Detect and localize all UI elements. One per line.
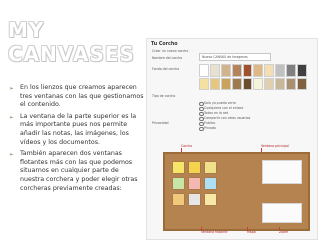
screenshot-header: Tu Corcho xyxy=(151,42,178,47)
radio-option[interactable]: Compartir con otros usuarios xyxy=(199,116,299,122)
bullet-text: En los lienzos que creamos aparecen tres… xyxy=(20,84,144,109)
background-swatches[interactable] xyxy=(199,64,307,90)
bullet-text: También aparecen dos ventanas flotantes … xyxy=(20,150,138,192)
sticky-note[interactable] xyxy=(173,162,184,173)
canvas-name-value: Nuevo CANVAS de Imagenes xyxy=(202,55,248,59)
swatch[interactable] xyxy=(220,64,231,77)
arrow-bullet-icon: ➢ xyxy=(9,114,14,121)
annotation-line xyxy=(181,148,182,152)
floating-window[interactable] xyxy=(262,160,302,184)
privacy-options: Solo yo puedo verlo Cualquiera con el en… xyxy=(199,101,299,132)
cork-board-preview[interactable] xyxy=(163,152,310,231)
radio-option[interactable]: Cualquiera con el enlace xyxy=(199,106,299,112)
screenshot-line: Privacidad xyxy=(152,121,169,125)
sticky-note[interactable] xyxy=(205,162,216,173)
radio-label: Privado xyxy=(204,126,216,130)
canvas-name-input[interactable]: Nuevo CANVAS de Imagenes xyxy=(199,53,271,61)
arrow-bullet-icon: ➢ xyxy=(9,152,14,159)
radio-label: Solo yo puedo verlo xyxy=(204,101,236,105)
annotation-line xyxy=(261,148,262,152)
bullet-item: ➢ También aparecen dos ventanas flotante… xyxy=(6,150,144,193)
floating-window[interactable] xyxy=(262,203,302,223)
screenshot-line: Tipo de corcho xyxy=(152,94,176,98)
radio-option[interactable]: Privado xyxy=(199,126,299,132)
swatch[interactable] xyxy=(297,64,307,77)
swatch[interactable] xyxy=(199,64,209,77)
annotation-label: Corcho xyxy=(181,144,193,148)
radio-label: Cualquiera con el enlace xyxy=(204,106,244,110)
screenshot-line: Nombre del corcho xyxy=(152,56,183,60)
radio-label: Publico xyxy=(204,121,216,125)
swatch[interactable] xyxy=(275,64,286,77)
swatch[interactable] xyxy=(297,77,307,90)
sticky-note[interactable] xyxy=(189,162,200,173)
sticky-note[interactable] xyxy=(189,194,200,205)
swatch[interactable] xyxy=(220,77,231,90)
swatch[interactable] xyxy=(264,77,275,90)
swatch[interactable] xyxy=(253,77,264,90)
swatch[interactable] xyxy=(209,64,220,77)
radio-option[interactable]: Solo yo puedo verlo xyxy=(199,101,299,107)
swatch[interactable] xyxy=(242,64,253,77)
sticky-note[interactable] xyxy=(205,178,216,189)
swatch[interactable] xyxy=(242,77,253,90)
radio-label: Todos en la red xyxy=(204,111,229,115)
annotation-line xyxy=(201,227,202,231)
sticky-note[interactable] xyxy=(205,194,216,205)
radio-icon xyxy=(199,126,204,132)
bullet-list: ➢ En los lienzos que creamos aparecen tr… xyxy=(6,84,144,196)
annotation-label: Zoom xyxy=(279,230,289,234)
arrow-bullet-icon: ➢ xyxy=(9,86,14,92)
bullet-item: ➢ En los lienzos que creamos aparecen tr… xyxy=(6,84,144,110)
annotation-line xyxy=(279,227,280,231)
swatch[interactable] xyxy=(209,77,220,90)
annotation-label: Mapa xyxy=(247,230,256,234)
sticky-note[interactable] xyxy=(173,178,184,189)
radio-label: Compartir con otros usuarios xyxy=(204,116,251,120)
swatch[interactable] xyxy=(286,64,297,77)
swatch[interactable] xyxy=(264,64,275,77)
swatch[interactable] xyxy=(231,64,242,77)
bullet-text: La ventana de la parte superior es la má… xyxy=(20,112,137,146)
screenshot-line: Crear un nuevo corcho xyxy=(152,49,189,53)
radio-option[interactable]: Publico xyxy=(199,121,299,127)
swatch[interactable] xyxy=(231,77,242,90)
bullet-item: ➢ La ventana de la parte superior es la … xyxy=(6,113,144,147)
annotation-label: Ventana principal xyxy=(261,144,289,148)
swatch[interactable] xyxy=(275,77,286,90)
sticky-note[interactable] xyxy=(189,178,200,189)
sticky-note[interactable] xyxy=(173,194,184,205)
swatch[interactable] xyxy=(199,77,209,90)
swatch[interactable] xyxy=(286,77,297,90)
annotation-label: Ventana flotante xyxy=(201,230,228,234)
swatch[interactable] xyxy=(253,64,264,77)
slide-title: MY CANVASES xyxy=(8,18,135,66)
screenshot-line: Fondo del corcho xyxy=(152,67,180,71)
canvas-screenshot: Tu Corcho Crear un nuevo corcho Nombre d… xyxy=(146,38,318,240)
annotation-line xyxy=(247,227,248,231)
radio-option[interactable]: Todos en la red xyxy=(199,111,299,117)
